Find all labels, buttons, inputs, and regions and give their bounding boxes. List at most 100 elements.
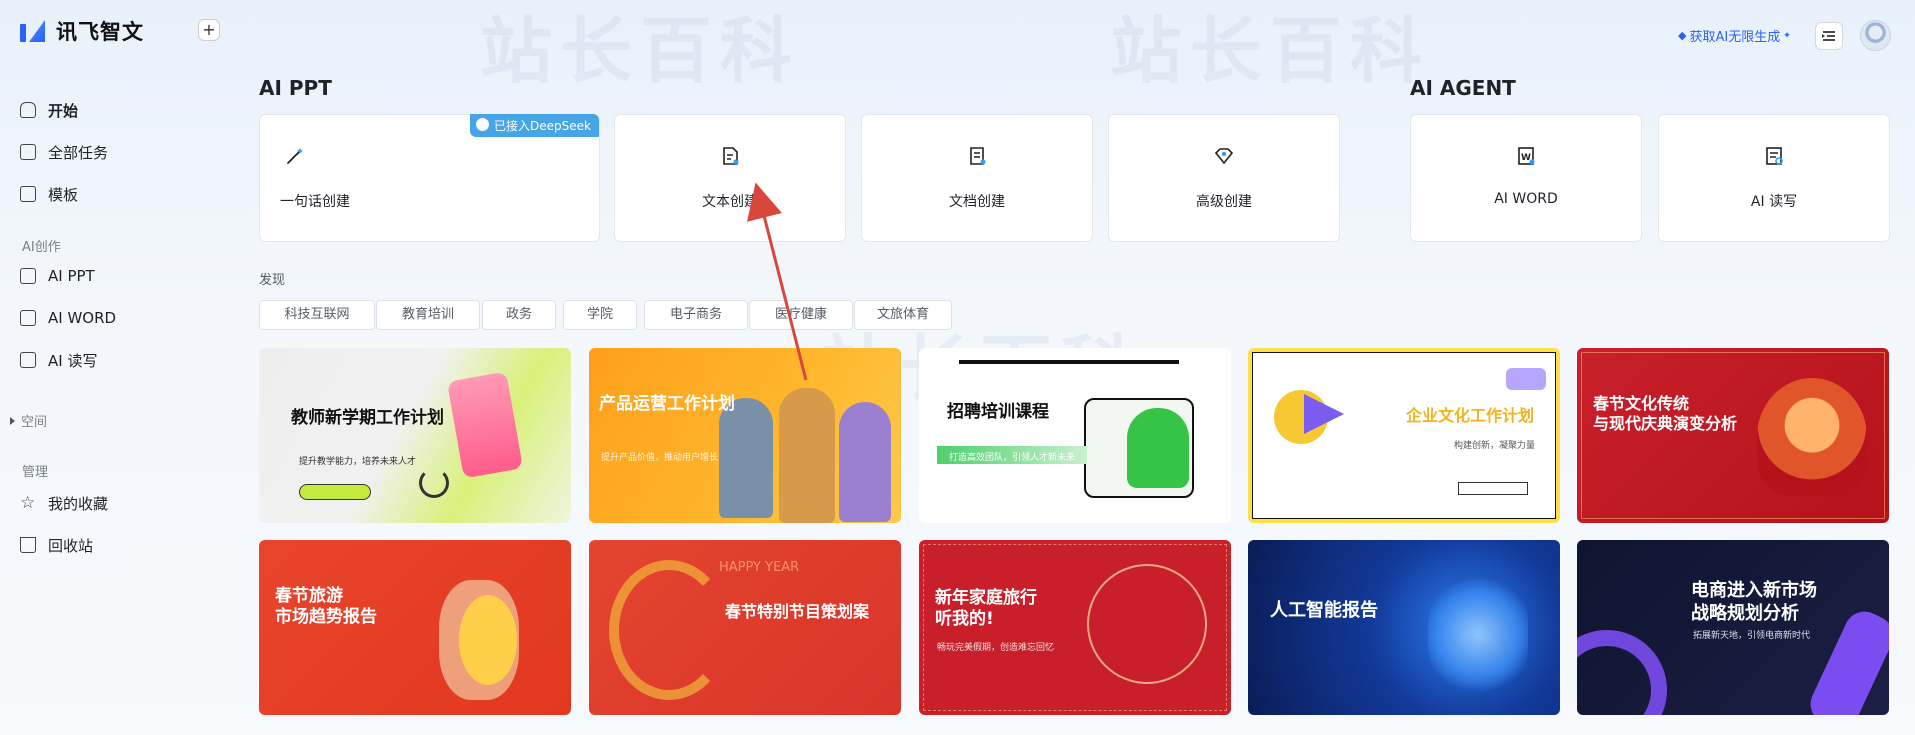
sidebar-item-start[interactable]: 开始 (20, 98, 78, 122)
template-title: 产品运营工作计划 (599, 394, 735, 414)
template-card[interactable]: 春节文化传统 与现代庆典演变分析 (1577, 348, 1889, 523)
watermark: 站长百科 (1110, 9, 1431, 93)
read-icon (20, 352, 36, 368)
home-icon (20, 102, 36, 118)
ppt-icon (20, 268, 36, 284)
filter-chip[interactable]: 文旅体育 (854, 300, 952, 330)
template-title: 春节旅游 市场趋势报告 (275, 586, 377, 628)
template-card[interactable]: 产品运营工作计划 提升产品价值，推动用户增长 (589, 348, 901, 523)
card-text-create[interactable]: 文本创建 (614, 114, 846, 242)
template-title: 春节文化传统 与现代庆典演变分析 (1593, 394, 1738, 433)
deepseek-badge: 已接入DeepSeek (470, 114, 599, 137)
template-icon (20, 186, 36, 202)
sidebar-item-label: AI PPT (48, 267, 95, 285)
magic-wand-icon (287, 148, 303, 164)
filter-chip[interactable]: 学院 (563, 300, 637, 330)
template-card[interactable]: 电商进入新市场 战略规划分析 拓展新天地，引领电商新时代 (1577, 540, 1889, 715)
badge-label: 已接入DeepSeek (494, 119, 591, 133)
caret-right-icon (10, 416, 15, 425)
sidebar-item-ai-ppt[interactable]: AI PPT (20, 264, 95, 288)
svg-text:W: W (1521, 153, 1531, 163)
sidebar-item-label: 开始 (48, 101, 79, 120)
card-ai-read[interactable]: AI 读写 (1658, 114, 1890, 242)
section-title-ai-ppt: AI PPT (259, 76, 332, 100)
template-subtitle: 提升教学能力，培养未来人才 (299, 457, 417, 467)
template-subtitle: 打造高效团队，引领人才新未来 (949, 453, 1076, 463)
tasks-icon (20, 144, 36, 160)
diamond-icon: ◆ (1678, 29, 1687, 42)
word-icon (20, 310, 36, 326)
sidebar: 讯飞智文 + 开始 全部任务 模板 AI创作 AI PPT AI WORD AI… (0, 0, 230, 735)
template-title: 人工智能报告 (1270, 600, 1378, 621)
sidebar-item-ai-word[interactable]: AI WORD (20, 306, 116, 330)
card-label: 文本创建 (702, 194, 758, 210)
template-card[interactable]: HAPPY YEAR 春节特别节目策划案 (589, 540, 901, 715)
menu-icon (1822, 31, 1835, 41)
star-icon: ☆ (20, 493, 36, 513)
card-label: AI WORD (1494, 191, 1558, 207)
template-card[interactable]: 招聘培训课程 打造高效团队，引领人才新未来 (919, 348, 1231, 523)
discover-title: 发现 (259, 273, 286, 288)
app-logo[interactable]: 讯飞智文 (20, 16, 144, 46)
card-one-sentence[interactable]: 一句话创建 已接入DeepSeek (259, 114, 600, 242)
filter-chip[interactable]: 教育培训 (376, 300, 480, 330)
trash-icon (20, 537, 36, 553)
filter-chip[interactable]: 科技互联网 (259, 300, 375, 330)
new-button[interactable]: + (198, 19, 220, 41)
card-ai-word[interactable]: W AI WORD (1410, 114, 1642, 242)
app-name: 讯飞智文 (56, 20, 144, 44)
sidebar-item-recycle[interactable]: 回收站 (20, 533, 93, 557)
logo-icon (20, 20, 46, 42)
template-subtitle: HAPPY YEAR (719, 560, 800, 575)
template-card[interactable]: 春节旅游 市场趋势报告 (259, 540, 571, 715)
text-doc-icon (723, 147, 739, 165)
template-title: 招聘培训课程 (947, 402, 1049, 422)
sidebar-item-label: 回收站 (48, 536, 94, 555)
filter-chip[interactable]: 政务 (482, 300, 556, 330)
card-doc-create[interactable]: 文档创建 (861, 114, 1093, 242)
sidebar-item-templates[interactable]: 模板 (20, 182, 78, 206)
section-ai-creation: AI创作 (22, 240, 61, 255)
template-title: 企业文化工作计划 (1406, 406, 1535, 425)
sidebar-item-label: 全部任务 (48, 143, 109, 162)
sidebar-item-favorites[interactable]: ☆ 我的收藏 (20, 491, 108, 515)
template-card[interactable]: 教师新学期工作计划 提升教学能力，培养未来人才 (259, 348, 571, 523)
card-label: 文档创建 (949, 194, 1005, 210)
watermark: 站长百科 (480, 9, 801, 93)
avatar[interactable] (1860, 20, 1891, 51)
template-title: 教师新学期工作计划 (291, 408, 444, 428)
sidebar-item-label: AI WORD (48, 309, 117, 327)
template-card[interactable]: 人工智能报告 (1248, 540, 1560, 715)
sidebar-item-ai-read[interactable]: AI 读写 (20, 348, 97, 372)
diamond-icon (1214, 148, 1234, 165)
template-title: 电商进入新市场 战略规划分析 (1691, 580, 1817, 624)
template-card[interactable]: 新年家庭旅行 听我的! 畅玩完美假期，创造难忘回忆 (919, 540, 1231, 715)
sidebar-item-label: 我的收藏 (48, 494, 109, 513)
template-subtitle: 畅玩完美假期，创造难忘回忆 (937, 643, 1055, 653)
section-title-ai-agent: AI AGENT (1410, 76, 1516, 100)
sidebar-item-label: AI 读写 (48, 351, 98, 370)
word-icon: W (1518, 147, 1535, 165)
sidebar-item-all-tasks[interactable]: 全部任务 (20, 140, 108, 164)
template-title: 春节特别节目策划案 (725, 602, 870, 621)
document-icon (970, 147, 986, 165)
template-card[interactable]: 企业文化工作计划 构建创新，凝聚力量 (1248, 348, 1560, 523)
card-advanced-create[interactable]: 高级创建 (1108, 114, 1340, 242)
card-label: 一句话创建 (280, 194, 350, 210)
sidebar-item-label: 模板 (48, 185, 79, 204)
menu-button[interactable] (1815, 22, 1843, 50)
card-label: AI 读写 (1750, 194, 1798, 210)
template-subtitle: 构建创新，凝聚力量 (1454, 441, 1536, 451)
sidebar-item-label: 空间 (21, 415, 48, 430)
read-doc-icon (1766, 147, 1783, 165)
card-label: 高级创建 (1196, 194, 1252, 210)
section-manage: 管理 (22, 465, 49, 480)
filter-chip[interactable]: 电子商务 (644, 300, 748, 330)
deepseek-icon (476, 118, 490, 131)
template-subtitle: 拓展新天地，引领电商新时代 (1693, 631, 1811, 641)
template-subtitle: 提升产品价值，推动用户增长 (601, 453, 719, 463)
get-ai-link[interactable]: ◆ 获取AI无限生成 ✦ (1678, 26, 1791, 45)
sidebar-item-space[interactable]: 空间 (10, 411, 47, 430)
filter-chip[interactable]: 医疗健康 (749, 300, 853, 330)
template-title: 新年家庭旅行 听我的! (935, 588, 1037, 630)
